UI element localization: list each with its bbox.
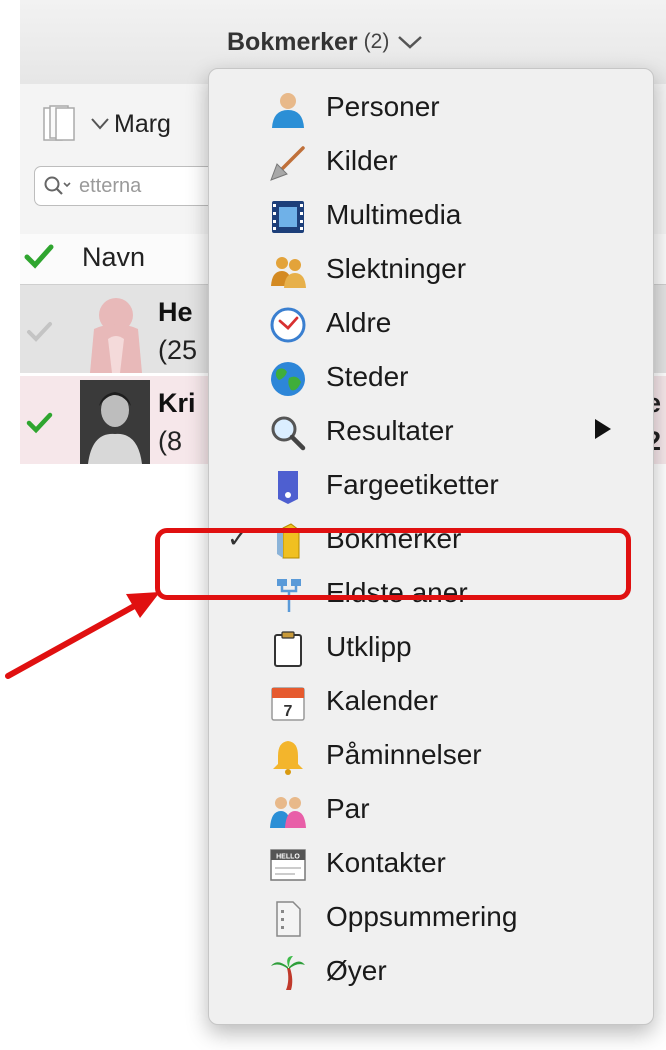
- menu-item-oyer[interactable]: Øyer: [209, 945, 653, 999]
- person-name: Kri: [158, 388, 196, 418]
- menu-item-kilder[interactable]: Kilder: [209, 135, 653, 189]
- magnifier-icon: [271, 416, 306, 451]
- menu-item-fargeetiketter[interactable]: Fargeetiketter: [209, 459, 653, 513]
- column-header-name[interactable]: Navn: [82, 242, 145, 273]
- svg-text:7: 7: [284, 703, 293, 720]
- menu-item-multimedia[interactable]: Multimedia: [209, 189, 653, 243]
- couple-icon: [270, 797, 306, 828]
- chevron-down-icon: [91, 118, 109, 130]
- menu-item-steder[interactable]: Steder: [209, 351, 653, 405]
- summary-icon: [276, 901, 301, 937]
- margin-label: Marg: [114, 109, 171, 138]
- placeholder-portrait-icon: [90, 298, 142, 373]
- contact-card-icon: HELLO: [270, 849, 306, 881]
- globe-icon: [271, 362, 305, 396]
- checkmark-icon[interactable]: [24, 317, 54, 347]
- palm-tree-icon: [271, 956, 305, 990]
- checkmark-icon[interactable]: [24, 408, 54, 438]
- portrait-photo: [80, 380, 150, 464]
- relatives-icon: [271, 257, 306, 288]
- svg-text:HELLO: HELLO: [276, 854, 300, 861]
- menu-item-oppsummering[interactable]: Oppsummering: [209, 891, 653, 945]
- bell-icon: [273, 741, 303, 775]
- calendar-icon: 7: [271, 687, 305, 721]
- view-title: Bokmerker: [227, 27, 358, 56]
- person-name: He: [158, 297, 193, 327]
- clipboard-icon: [274, 631, 302, 667]
- menu-item-aldre[interactable]: Aldre: [209, 297, 653, 351]
- menu-item-personer[interactable]: Personer: [209, 81, 653, 135]
- menu-item-kontakter[interactable]: HELLO Kontakter: [209, 837, 653, 891]
- menu-item-utklipp[interactable]: Utklipp: [209, 621, 653, 675]
- highlight-box: [155, 528, 631, 600]
- annotation-arrow: [5, 592, 160, 679]
- film-icon: [272, 201, 304, 233]
- shovel-icon: [270, 146, 305, 181]
- menu-item-slektninger[interactable]: Slektninger: [209, 243, 653, 297]
- search-placeholder: etterna: [79, 174, 142, 197]
- menu-item-resultater[interactable]: Resultater: [209, 405, 653, 459]
- bookmarks-title-dropdown[interactable]: Bokmerker (2): [227, 22, 423, 62]
- submenu-arrow-icon: [595, 419, 611, 439]
- search-icon: [44, 176, 71, 195]
- clock-icon: [270, 307, 306, 343]
- color-label-icon: [278, 471, 298, 504]
- book-pages-icon: [43, 105, 75, 141]
- menu-item-paminnelser[interactable]: Påminnelser: [209, 729, 653, 783]
- margin-menu-button[interactable]: Marg: [38, 104, 171, 144]
- menu-item-par[interactable]: Par: [209, 783, 653, 837]
- chevron-down-icon: [398, 36, 423, 49]
- bookmark-count: (2): [363, 30, 390, 53]
- menu-item-kalender[interactable]: 7 Kalender: [209, 675, 653, 729]
- person-dates: (8: [158, 426, 183, 456]
- person-icon: [272, 93, 304, 128]
- checkmark-icon[interactable]: [22, 240, 56, 274]
- person-dates: (25: [158, 335, 198, 365]
